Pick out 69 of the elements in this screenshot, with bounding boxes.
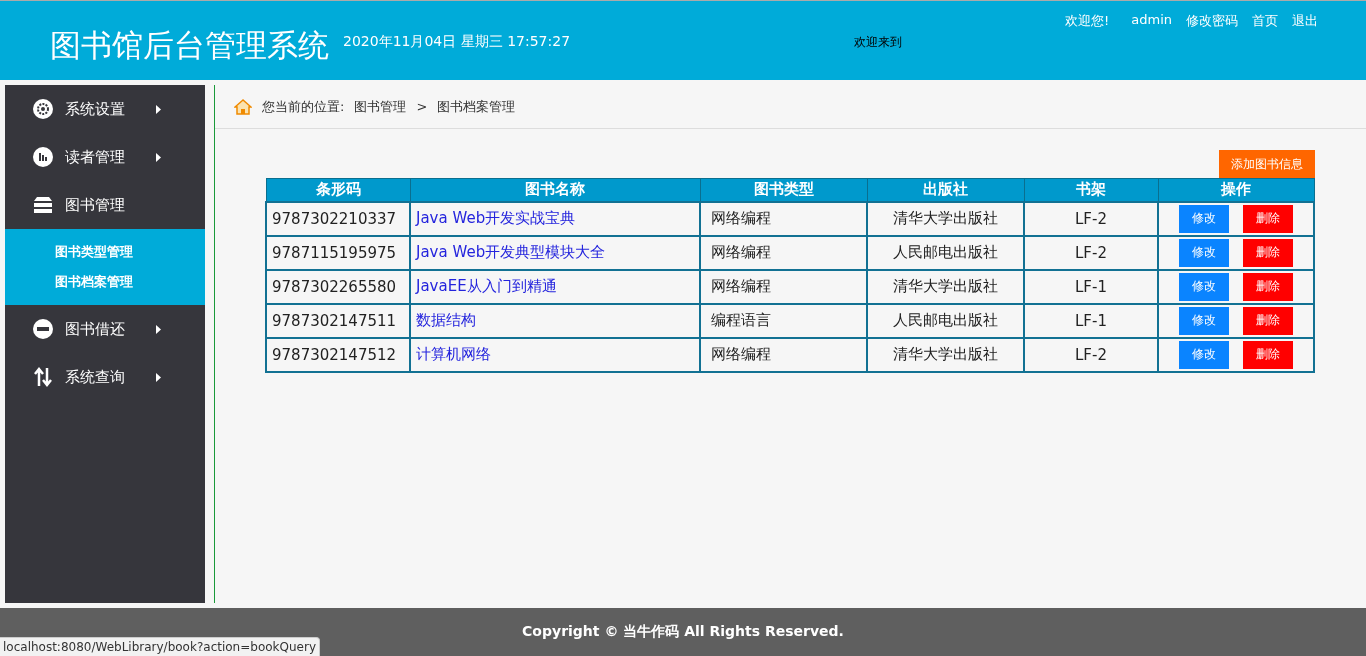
book-title-link[interactable]: 数据结构 xyxy=(416,311,476,329)
welcome-text: 欢迎来到 xyxy=(854,34,903,51)
table-cell: 9787302147512 xyxy=(266,337,410,372)
submenu-item[interactable]: 图书类型管理 xyxy=(5,237,205,267)
breadcrumb-separator: > xyxy=(416,99,428,114)
sidebar-item[interactable]: 系统设置 xyxy=(5,85,205,133)
app-title: 图书馆后台管理系统 xyxy=(50,26,329,65)
column-header: 出版社 xyxy=(867,178,1024,202)
edit-button[interactable]: 修改 xyxy=(1179,204,1229,233)
edit-button[interactable]: 修改 xyxy=(1179,306,1229,335)
delete-button[interactable]: 删除 xyxy=(1243,204,1293,233)
table-cell: 9787115195975 xyxy=(266,235,410,270)
table-cell: 9787302265580 xyxy=(266,269,410,304)
table-cell: 编程语言 xyxy=(700,303,867,338)
layers-icon xyxy=(33,197,53,213)
header-link[interactable]: 修改密码 xyxy=(1186,12,1238,30)
bar-chart-icon xyxy=(33,147,53,167)
edit-button[interactable]: 修改 xyxy=(1179,340,1229,369)
date-time: 2020年11月04日 星期三 17:57:27 xyxy=(343,33,571,51)
breadcrumb-label: 您当前的位置: xyxy=(262,97,345,116)
table-cell: 人民邮电出版社 xyxy=(867,235,1024,270)
status-url: localhost:8080/WebLibrary/book?action=bookQuery xyxy=(0,637,320,656)
edit-button[interactable]: 修改 xyxy=(1179,238,1229,267)
home-icon xyxy=(234,98,252,115)
edit-button[interactable]: 修改 xyxy=(1179,272,1229,301)
table-cell: 网络编程 xyxy=(700,201,867,236)
caret-icon xyxy=(156,324,161,334)
column-header: 条形码 xyxy=(266,178,410,202)
sidebar-item[interactable]: 读者管理 xyxy=(5,133,205,181)
header-link[interactable]: 退出 xyxy=(1292,12,1318,30)
column-header: 操作 xyxy=(1158,178,1314,202)
sidebar-item[interactable]: 系统查询 xyxy=(5,353,205,401)
delete-button[interactable]: 删除 xyxy=(1243,306,1293,335)
add-book-button[interactable]: 添加图书信息 xyxy=(1219,150,1315,178)
table-cell: LF-2 xyxy=(1024,337,1158,372)
table-cell: 清华大学出版社 xyxy=(867,337,1024,372)
table-cell: LF-1 xyxy=(1024,303,1158,338)
column-header: 书架 xyxy=(1024,178,1158,202)
caret-icon xyxy=(156,372,161,382)
table-cell: 网络编程 xyxy=(700,337,867,372)
copyright-text: Copyright © 当牛作码 All Rights Reserved. xyxy=(522,623,844,641)
header-link[interactable]: 首页 xyxy=(1252,12,1278,30)
sidebar-item[interactable]: 图书借还 xyxy=(5,305,205,353)
table-cell: 9787302147511 xyxy=(266,303,410,338)
table-cell: 清华大学出版社 xyxy=(867,201,1024,236)
gear-icon xyxy=(33,99,53,119)
delete-button[interactable]: 删除 xyxy=(1243,340,1293,369)
sidebar-item[interactable]: 图书管理 xyxy=(5,181,205,229)
greeting-text: 欢迎您! xyxy=(1065,12,1110,30)
username: admin xyxy=(1131,12,1172,29)
breadcrumb-item: 图书管理 xyxy=(354,97,407,116)
table-cell: 网络编程 xyxy=(700,235,867,270)
caret-icon xyxy=(156,104,161,114)
table-cell: LF-1 xyxy=(1024,269,1158,304)
column-header: 图书名称 xyxy=(410,178,700,202)
table-cell: 清华大学出版社 xyxy=(867,269,1024,304)
column-header: 图书类型 xyxy=(700,178,867,202)
swap-arrows-icon xyxy=(33,367,53,387)
delete-button[interactable]: 删除 xyxy=(1243,238,1293,267)
caret-icon xyxy=(156,152,161,162)
breadcrumb-item: 图书档案管理 xyxy=(437,97,516,116)
submenu-item[interactable]: 图书档案管理 xyxy=(5,267,205,297)
table-cell: LF-2 xyxy=(1024,235,1158,270)
table-cell: 人民邮电出版社 xyxy=(867,303,1024,338)
book-title-link[interactable]: 计算机网络 xyxy=(416,345,491,363)
table-cell: 9787302210337 xyxy=(266,201,410,236)
delete-button[interactable]: 删除 xyxy=(1243,272,1293,301)
table-cell: LF-2 xyxy=(1024,201,1158,236)
table-cell: 网络编程 xyxy=(700,269,867,304)
